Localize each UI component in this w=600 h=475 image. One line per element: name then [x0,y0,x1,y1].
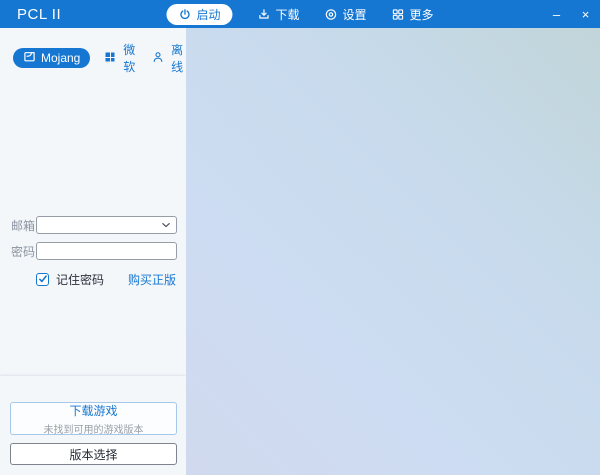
windows-icon [104,51,116,66]
tab-offline[interactable]: 离线 [152,41,186,75]
remember-password-checkbox[interactable] [36,273,49,286]
nav-tab-launch-label: 启动 [196,6,220,23]
download-icon [257,8,270,21]
login-form: 邮箱 密码 [0,216,186,288]
download-game-button[interactable]: 下载游戏 未找到可用的游戏版本 [10,402,177,435]
tab-mojang[interactable]: Mojang [13,48,90,68]
person-icon [152,51,164,66]
download-game-subtitle: 未找到可用的游戏版本 [44,421,144,436]
login-options-row: 记住密码 购买正版 [36,271,176,288]
password-label: 密码 [11,243,36,260]
tab-mojang-label: Mojang [41,51,80,65]
download-game-title: 下载游戏 [69,402,117,419]
main-background [186,28,600,475]
nav-tab-more[interactable]: 更多 [392,6,434,23]
nav-tab-download-label: 下载 [275,6,299,23]
mojang-icon [23,50,36,66]
app-window: PCL II 启动 下 [0,0,600,475]
sidebar-bottom-panel: 下载游戏 未找到可用的游戏版本 版本选择 [0,376,186,475]
minimize-button[interactable]: – [542,0,571,28]
email-combobox[interactable] [36,216,177,234]
password-input[interactable] [36,242,177,260]
nav-tab-settings-label: 设置 [343,6,367,23]
email-label: 邮箱 [11,217,36,234]
grid-more-icon [392,8,405,21]
check-icon [38,272,48,287]
password-row: 密码 [11,242,177,260]
tab-microsoft[interactable]: 微软 [104,41,138,75]
app-title: PCL II [17,6,61,23]
nav-tab-download[interactable]: 下载 [257,6,299,23]
window-body: Mojang 微软 [0,28,600,475]
close-button[interactable]: × [571,0,600,28]
account-type-tabs: Mojang 微软 [13,41,186,75]
settings-icon [325,8,338,21]
remember-password-label: 记住密码 [56,271,104,288]
tab-microsoft-label: 微软 [120,41,138,75]
top-navigation: 启动 下载 设置 [166,0,433,28]
version-select-button[interactable]: 版本选择 [10,443,177,465]
power-icon [178,8,191,21]
nav-tab-launch[interactable]: 启动 [166,4,232,25]
login-sidebar: Mojang 微软 [0,28,186,475]
nav-tab-settings[interactable]: 设置 [325,6,367,23]
buy-genuine-link[interactable]: 购买正版 [128,271,176,288]
nav-tab-more-label: 更多 [410,6,434,23]
email-row: 邮箱 [11,216,177,234]
window-controls: – × [542,0,600,28]
titlebar: PCL II 启动 下 [0,0,600,28]
chevron-down-icon [161,218,171,232]
tab-offline-label: 离线 [168,41,186,75]
